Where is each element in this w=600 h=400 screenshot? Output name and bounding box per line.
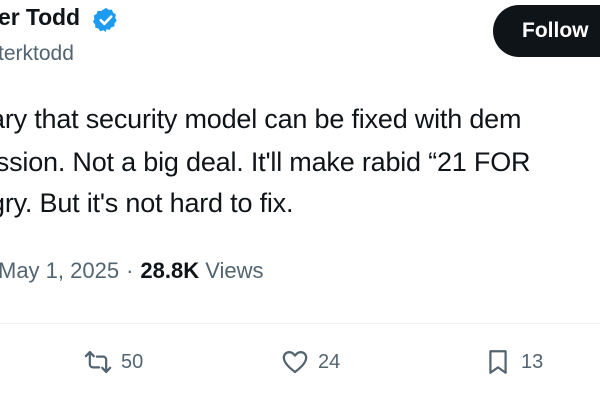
divider [0,323,600,324]
tweet-text-line: gry. But it's not hard to fix. [0,188,294,218]
bookmark-button[interactable]: 13 [484,344,543,380]
author-handle[interactable]: terktodd [0,42,74,66]
tweet-text-line: ission. Not a big deal. It'll make rabid… [0,147,531,177]
bookmark-count: 13 [521,350,544,373]
tweet-text-line: ary that security model can be fixed wit… [0,104,522,134]
like-count: 24 [318,350,341,373]
tweet-date[interactable]: May 1, 2025 [0,258,119,283]
tweet-meta: May 1, 2025 · 28.8K Views [0,258,264,284]
bookmark-icon [489,350,507,374]
views-count: 28.8K [140,258,200,283]
follow-button[interactable]: Follow [493,5,600,57]
retweet-count: 50 [121,350,144,373]
retweet-icon [84,350,112,374]
like-button[interactable]: 24 [281,344,340,380]
meta-separator: · [126,258,134,283]
heart-icon [282,350,308,374]
author-display-name[interactable]: er Todd [0,4,80,31]
retweet-button[interactable]: 50 [84,344,143,380]
views-label: Views [205,258,264,283]
verified-badge-icon [92,7,117,33]
tweet-card: er Todd terktodd Follow ary that securit… [0,0,600,400]
